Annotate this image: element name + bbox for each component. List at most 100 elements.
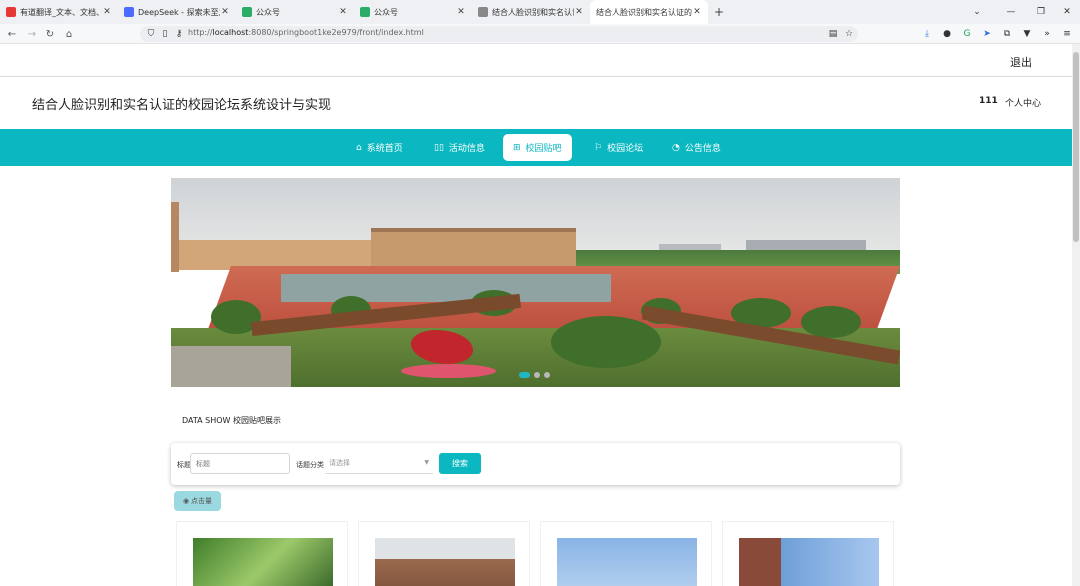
carousel-dot[interactable] — [534, 372, 540, 378]
post-card[interactable] — [722, 521, 894, 586]
reload-button[interactable]: ↻ — [42, 26, 58, 42]
plus-icon: + — [713, 5, 725, 19]
banner-tree — [551, 316, 661, 368]
post-thumbnail[interactable] — [739, 538, 879, 586]
close-tab-icon[interactable]: ✕ — [574, 7, 584, 17]
banner-court — [281, 274, 611, 302]
nav-item-forum[interactable]: ⚐ 校园论坛 — [584, 134, 653, 161]
puzzle-icon[interactable]: ⧉ — [1000, 27, 1014, 41]
banner-flowerbed — [401, 364, 496, 378]
bookmark-star-icon[interactable]: ☆ — [842, 27, 856, 41]
chevron-down-icon: ▼ — [424, 459, 429, 466]
close-tab-icon[interactable]: ✕ — [102, 7, 112, 17]
gift-icon: ⊞ — [513, 142, 521, 153]
post-thumbnail[interactable] — [375, 538, 515, 586]
gauge-icon: ◔ — [672, 142, 680, 153]
header-divider — [0, 76, 1072, 77]
browser-tab[interactable]: 公众号 ✕ — [236, 0, 354, 24]
tab-title: DeepSeek - 探索未至之境 — [138, 7, 220, 17]
site-title: 结合人脸识别和实名认证的校园论坛系统设计与实现 — [32, 98, 332, 113]
banner-path — [171, 346, 291, 387]
favicon-icon — [242, 7, 252, 17]
scrollbar-thumb[interactable] — [1073, 52, 1079, 242]
post-card[interactable] — [358, 521, 530, 586]
shield-icon: ⛉ — [147, 29, 155, 39]
tab-title: 公众号 — [256, 7, 280, 17]
close-tab-icon[interactable]: ✕ — [456, 7, 466, 17]
carousel-indicators — [519, 372, 550, 378]
browser-tab[interactable]: 有道翻译_文本、文档、网页、空✕ — [0, 0, 118, 24]
overflow-chevron-icon[interactable]: » — [1040, 27, 1054, 41]
browser-tab[interactable]: 结合人脸识别和实名认证的校园论坛✕ — [590, 0, 708, 24]
browser-nav-bar: ← → ↻ ⌂ ⛉ ▯ ⚷ http://localhost:8080/spri… — [0, 24, 1080, 44]
close-window-button[interactable]: ✕ — [1052, 0, 1080, 24]
extension-icon[interactable]: ● — [940, 27, 954, 41]
user-center-link[interactable]: 个人中心 — [1005, 96, 1041, 109]
arrow-right-icon: → — [27, 28, 37, 40]
book-icon: ▯▯ — [434, 142, 444, 153]
tab-list-dropdown-icon[interactable]: ⌄ — [962, 0, 992, 24]
post-thumbnail[interactable] — [557, 538, 697, 586]
tab-list: 有道翻译_文本、文档、网页、空✕DeepSeek - 探索未至之境✕公众号✕公众… — [0, 0, 708, 24]
browser-tab[interactable]: 公众号 ✕ — [354, 0, 472, 24]
reload-icon: ↻ — [45, 28, 55, 40]
favicon-icon — [360, 7, 370, 17]
url-text[interactable]: http://localhost:8080/springboot1ke2e979… — [188, 28, 424, 37]
address-bar[interactable]: ⛉ ▯ ⚷ http://localhost:8080/springboot1k… — [140, 26, 858, 42]
cursor-icon[interactable]: ➤ — [980, 27, 994, 41]
category-label: 话题分类 — [296, 461, 324, 469]
browser-tab[interactable]: DeepSeek - 探索未至之境✕ — [118, 0, 236, 24]
close-tab-icon[interactable]: ✕ — [220, 7, 230, 17]
carousel-dot[interactable] — [519, 372, 530, 378]
tab-title: 结合人脸识别和实名认证的校园 — [492, 7, 574, 17]
search-button[interactable]: 搜索 — [439, 453, 481, 474]
sort-by-clicks-button[interactable]: ◉ 点击量 — [174, 491, 221, 511]
menu-icon[interactable]: ≡ — [1060, 27, 1074, 41]
title-search-input[interactable] — [190, 453, 290, 474]
search-form: 标题 话题分类 请选择▼ 搜索 — [171, 443, 900, 485]
banner-tower — [171, 202, 179, 272]
nav-item-tieba[interactable]: ⊞ 校园贴吧 — [503, 134, 572, 161]
nav-item-notices[interactable]: ◔ 公告信息 — [662, 134, 731, 161]
post-thumbnail[interactable] — [193, 538, 333, 586]
section-title: DATA SHOW 校园贴吧展示 — [182, 416, 281, 425]
house-icon: ⌂ — [65, 28, 73, 40]
grammarly-icon[interactable]: G — [960, 27, 974, 41]
tab-title: 公众号 — [374, 7, 398, 17]
banner-tree — [801, 306, 861, 338]
download-icon[interactable]: ⤓ — [920, 27, 934, 41]
home-icon: ⌂ — [356, 142, 362, 153]
reader-view-icon[interactable]: ▤ — [826, 27, 840, 41]
main-nav: ⌂ 系统首页 ▯▯ 活动信息 ⊞ 校园贴吧 ⚐ 校园论坛 ◔ 公告信息 — [0, 129, 1072, 166]
carousel-dot[interactable] — [544, 372, 550, 378]
arrow-left-icon: ← — [7, 28, 17, 40]
web-page: 退出 结合人脸识别和实名认证的校园论坛系统设计与实现 111 个人中心 ⌂ 系统首… — [0, 44, 1072, 586]
favicon-icon — [124, 7, 134, 17]
page-scrollbar[interactable] — [1072, 44, 1080, 586]
browser-tab[interactable]: 结合人脸识别和实名认证的校园✕ — [472, 0, 590, 24]
category-select[interactable]: 请选择 ▼ — [325, 453, 433, 474]
post-card[interactable] — [176, 521, 348, 586]
nav-item-home[interactable]: ⌂ 系统首页 — [346, 134, 413, 161]
post-card[interactable] — [540, 521, 712, 586]
nav-item-activities[interactable]: ▯▯ 活动信息 — [424, 134, 495, 161]
filter-icon[interactable]: ▼ — [1020, 27, 1034, 41]
favicon-icon — [6, 7, 16, 17]
forward-button[interactable]: → — [24, 26, 40, 42]
tab-title: 结合人脸识别和实名认证的校园论坛 — [596, 7, 692, 17]
close-tab-icon[interactable]: ✕ — [692, 7, 702, 17]
close-tab-icon[interactable]: ✕ — [338, 7, 348, 17]
eye-icon: ◉ — [182, 497, 190, 505]
minimize-button[interactable]: — — [996, 0, 1026, 24]
back-button[interactable]: ← — [4, 26, 20, 42]
title-label: 标题 — [177, 461, 191, 469]
banner-carousel[interactable] — [171, 178, 900, 387]
flag-icon: ⚐ — [594, 142, 603, 153]
username: 111 — [979, 96, 998, 106]
home-button[interactable]: ⌂ — [61, 26, 77, 42]
new-tab-button[interactable]: + — [708, 0, 730, 24]
favicon-icon — [478, 7, 488, 17]
browser-tab-bar: 有道翻译_文本、文档、网页、空✕DeepSeek - 探索未至之境✕公众号✕公众… — [0, 0, 1080, 24]
banner-building-main — [371, 228, 576, 268]
logout-link[interactable]: 退出 — [1010, 54, 1032, 70]
